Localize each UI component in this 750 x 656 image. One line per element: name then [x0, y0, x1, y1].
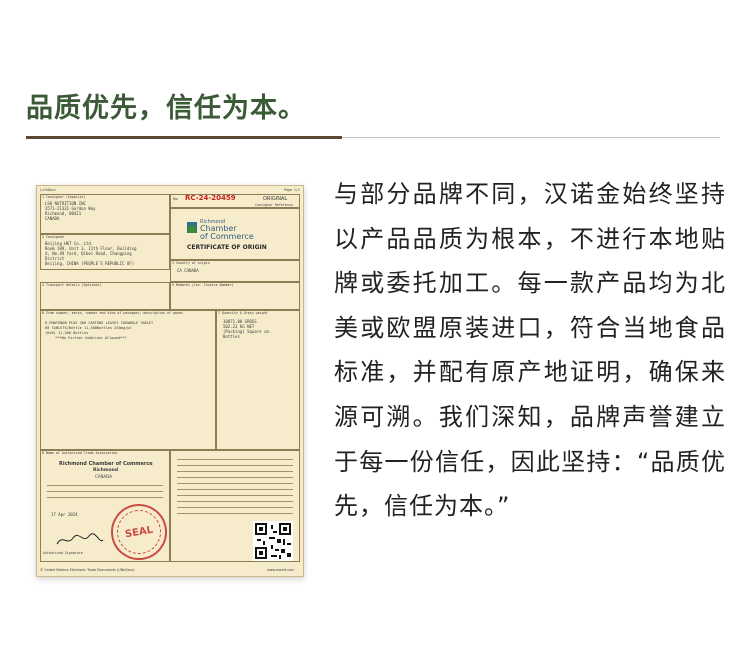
certificate-title: CERTIFICATE OF ORIGIN [187, 244, 267, 251]
doc-ref: LifeDocs [40, 188, 56, 192]
seal-text: SEAL [124, 524, 154, 540]
items-label: 6 Item number, marks, number and kind of… [42, 311, 183, 315]
transport-label: 4 Transport details (Optional) [42, 283, 102, 287]
consignee-label: 2 Consignee [42, 235, 64, 239]
chamber-line3: of Commerce [200, 232, 254, 241]
chamber-logo-icon [187, 222, 197, 233]
country-label: 3 Country of origin [172, 261, 210, 265]
heading-underline [26, 136, 342, 139]
association-name: Richmond Chamber of Commerce [59, 461, 153, 467]
signature-icon [56, 533, 104, 545]
country-value: CA CANADA [177, 268, 199, 273]
reference-label: Consignor Reference [255, 203, 293, 207]
consignee-addr4: Beijing, CHINA (PEOPLE'S REPUBLIC OF) [45, 261, 135, 266]
body-paragraph: 与部分品牌不同，汉诺金始终坚持以产品品质为根本，不进行本地贴牌或委托加工。每一款… [334, 180, 726, 521]
section-heading: 品质优先，信任为本。 [26, 93, 306, 124]
quantity-label: 7 Quantity & Gross weight [218, 311, 268, 315]
certificate-number: RC-24-20459 [185, 194, 236, 202]
association-country: CANADA [95, 474, 113, 479]
consignor-label: 1 Consignor (Supplier) [42, 195, 86, 199]
qr-code-icon [253, 521, 293, 561]
declaration-text [177, 456, 293, 516]
footer-left: © United Nations Electronic Trade Docume… [40, 568, 135, 572]
signature-label: Authorized Signature [43, 551, 83, 555]
remarks-label: 5 Remarks (inc. Invoice Number) [172, 283, 234, 287]
footer-right: www.eacert.com [267, 568, 295, 572]
item-line4: ***No Further Addition Allowed*** [55, 336, 127, 340]
certificate-of-origin-image: LifeDocs Page 1/1 1 Consignor (Supplier)… [36, 185, 304, 577]
association-statement [47, 482, 163, 500]
qty-line4: Bottles [223, 334, 240, 339]
heading-divider [342, 137, 720, 138]
association-city: Richmond [93, 468, 119, 473]
original-label: ORIGINAL [263, 196, 288, 202]
number-label: No [173, 197, 178, 201]
association-label: 8 Name of Authorized Trade Association [42, 451, 118, 455]
page-indicator: Page 1/1 [284, 188, 300, 192]
issue-date: 17 Apr 2024 [51, 512, 78, 517]
consignor-country: CANADA [45, 216, 60, 221]
